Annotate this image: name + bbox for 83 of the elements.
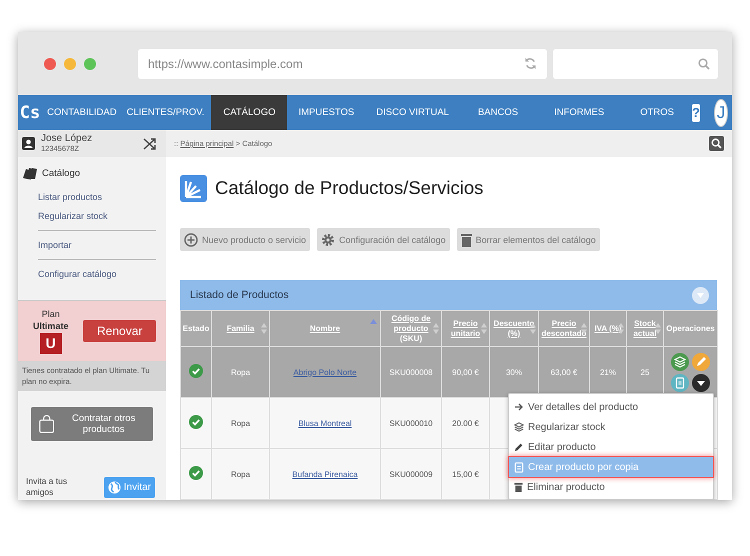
browser-search-field[interactable] — [553, 48, 718, 78]
sidebar-link[interactable]: Regularizar stock — [22, 207, 156, 226]
toolbar-button[interactable]: Configuración del catálogo — [317, 228, 450, 251]
column-header[interactable]: Precio descontado — [538, 310, 590, 346]
section-title: Catálogo — [42, 168, 80, 179]
sidebar-link[interactable]: Importar — [22, 236, 156, 255]
sort-arrows-icon[interactable] — [261, 323, 267, 334]
table-cell: SKU000009 — [380, 448, 442, 500]
shuffle-icon[interactable] — [143, 138, 156, 150]
plan-name: Ultimate — [32, 320, 68, 332]
globe-icon — [108, 481, 121, 494]
cards-icon — [22, 167, 38, 180]
sidebar-link[interactable]: Listar productos — [22, 188, 156, 207]
nav-tab[interactable]: BANCOS — [460, 95, 536, 130]
search-button[interactable] — [709, 136, 724, 151]
table-cell: 90,00 € — [442, 346, 490, 398]
menu-item[interactable]: Regularizar stock — [509, 417, 713, 437]
menu-item[interactable]: Eliminar producto — [509, 477, 713, 497]
plan-label: Plan — [42, 308, 60, 320]
column-header[interactable]: Nombre — [270, 310, 380, 346]
table-cell: Ropa — [212, 346, 270, 398]
table-cell: SKU000010 — [380, 398, 442, 448]
table-title: Listado de Productos — [190, 289, 289, 301]
logo[interactable]: Cs — [18, 95, 42, 130]
search-icon — [711, 138, 722, 149]
table-cell: 15,00 € — [442, 448, 490, 500]
help-button[interactable]: ? — [692, 104, 700, 122]
product-name-link[interactable]: Blusa Montreal — [270, 398, 380, 448]
toolbar-button[interactable]: Borrar elementos del catálogo — [456, 228, 600, 251]
caret-icon[interactable] — [692, 374, 710, 392]
pencil-icon — [514, 442, 524, 452]
nav-tab[interactable]: CONTABILIDAD — [42, 95, 122, 130]
trash-icon — [460, 232, 472, 246]
trash-icon — [514, 482, 523, 492]
sort-ascending-icon[interactable] — [370, 319, 377, 324]
plus-icon — [184, 232, 198, 246]
page-title: Catálogo de Productos/Servicios — [215, 177, 484, 199]
nav-tab[interactable]: OTROS — [622, 95, 692, 130]
column-header[interactable]: Código de producto (SKU) — [380, 310, 442, 346]
column-header: Operaciones — [664, 310, 718, 346]
plan-badge: U — [40, 333, 62, 354]
address-bar[interactable]: https://www.contasimple.com — [138, 48, 548, 78]
column-header[interactable]: Precio unitario — [442, 310, 490, 346]
invite-text: Invita a tus amigos — [26, 476, 68, 498]
nav-tab[interactable]: INFORMES — [536, 95, 622, 130]
user-avatar[interactable]: J — [714, 98, 728, 126]
column-header[interactable]: Descuento (%) — [490, 310, 538, 346]
table-cell: Ropa — [212, 448, 270, 500]
document-icon — [514, 462, 524, 472]
column-header[interactable]: Familia — [212, 310, 270, 346]
column-header: Estado — [180, 310, 212, 346]
sort-arrows-icon[interactable] — [655, 323, 661, 334]
table-cell: 30% — [490, 346, 538, 398]
nav-tab[interactable]: DISCO VIRTUAL — [365, 95, 460, 130]
user-name: Jose López — [41, 134, 94, 145]
sort-arrows-icon[interactable] — [481, 323, 487, 334]
nav-tab[interactable]: IMPUESTOS — [287, 95, 366, 130]
table-cell: 20.00 € — [442, 398, 490, 448]
menu-item[interactable]: Ver detalles del producto — [509, 397, 713, 417]
sort-arrows-icon[interactable] — [433, 323, 439, 334]
window-controls-icon[interactable] — [44, 58, 96, 70]
invite-button[interactable]: Invitar — [104, 477, 155, 498]
nav-tab[interactable]: CATÁLOGO — [211, 95, 288, 130]
stack-icon — [514, 422, 524, 432]
user-card-icon — [22, 137, 35, 150]
contract-products-button[interactable]: Contratar otros productos — [31, 407, 153, 441]
column-header[interactable]: Stock actual — [626, 310, 664, 346]
shopping-bag-icon — [39, 412, 54, 436]
filter-button-icon[interactable] — [692, 286, 709, 304]
sidebar-link[interactable]: Configurar catálogo — [22, 265, 156, 284]
toolbar-button[interactable]: Nuevo producto o servicio — [180, 228, 310, 251]
reload-icon[interactable] — [524, 57, 538, 70]
renew-button[interactable]: Renovar — [83, 320, 156, 342]
arrow-right-icon — [514, 402, 524, 412]
table-cell: SKU000008 — [380, 346, 442, 398]
swatch-fan-icon — [180, 174, 207, 202]
settings-icon — [321, 232, 336, 246]
menu-item[interactable]: Editar producto — [509, 437, 713, 457]
product-name-link[interactable]: Bufanda Pirenaica — [270, 448, 380, 500]
table-cell: Ropa — [212, 398, 270, 448]
nav-tab[interactable]: CLIENTES/PROV. — [122, 95, 210, 130]
product-name-link[interactable]: Abrigo Polo Norte — [270, 346, 380, 398]
search-icon — [698, 58, 710, 70]
